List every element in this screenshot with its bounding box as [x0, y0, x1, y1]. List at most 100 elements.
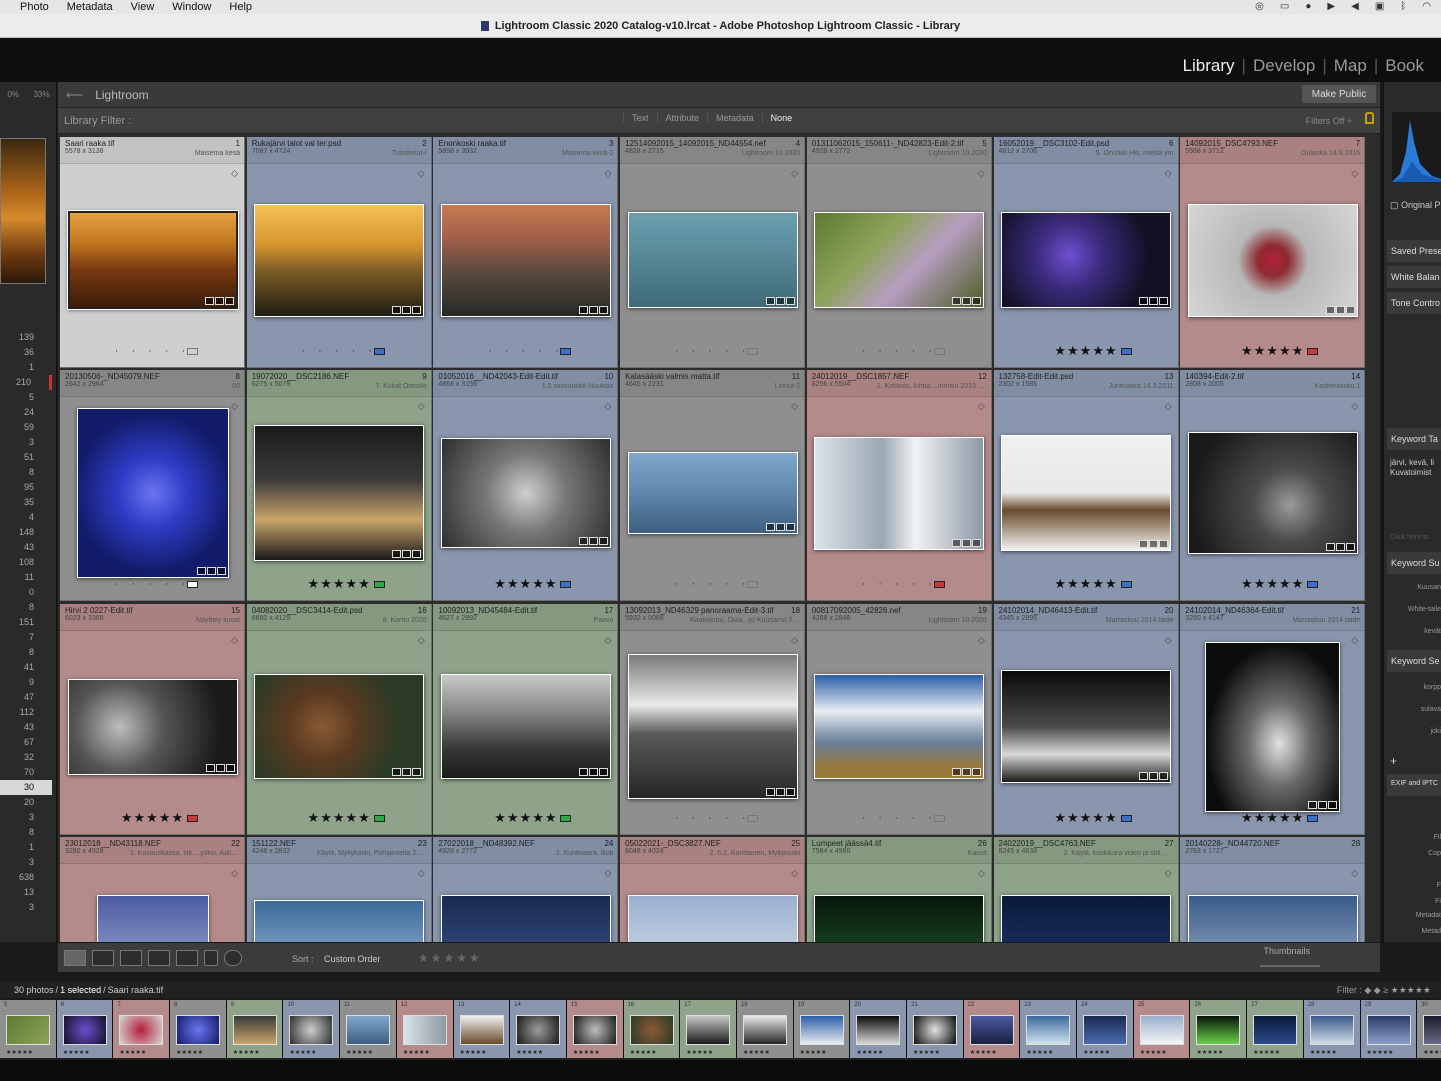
keyword-badge-icon[interactable]	[952, 538, 962, 547]
quick-collection-icon[interactable]: ◇	[418, 168, 425, 179]
filmstrip-thumbnail[interactable]: 30 ★★★★★	[1417, 1000, 1441, 1058]
filmstrip-thumbnail[interactable]: 29 ★★★★★	[1360, 1000, 1418, 1058]
edit-badge-icon[interactable]	[1159, 540, 1168, 549]
quick-collection-icon[interactable]: ◇	[1351, 401, 1358, 412]
edit-badge-icon[interactable]	[972, 768, 982, 777]
star-rating[interactable]: ★★★★★	[1180, 810, 1364, 825]
grid-cell[interactable]: 04082020__DSC3414-Edit.psd 16 6660 x 4129 8…	[246, 603, 432, 835]
keyword-badge-icon[interactable]	[578, 305, 588, 314]
filmstrip-thumbnail[interactable]: 12 ★★★★★	[396, 1000, 454, 1058]
star-rating[interactable]: · · · · ·	[620, 811, 804, 825]
folder-count[interactable]: 8	[0, 600, 52, 615]
quick-collection-icon[interactable]: ◇	[231, 635, 238, 646]
crop-badge-icon[interactable]	[206, 567, 216, 576]
folder-count[interactable]: 9	[0, 675, 52, 690]
play-icon[interactable]: ▶	[1327, 1, 1335, 12]
star-rating[interactable]: ★★★★★	[247, 577, 431, 591]
filmstrip-image[interactable]	[913, 1015, 957, 1045]
grid-cell[interactable]: 00817092005_42826.nef 19 4288 x 2848 Lightr…	[806, 603, 992, 835]
sort-value[interactable]: Custom Order	[324, 954, 381, 964]
edit-badge-icon[interactable]	[785, 523, 795, 532]
filmstrip-thumbnail[interactable]: 6 ★★★★★	[56, 1000, 114, 1058]
keyword-badge-icon[interactable]	[765, 788, 775, 797]
white-balance-section[interactable]: White Balan	[1387, 266, 1441, 288]
photo-thumbnail[interactable]	[67, 678, 238, 775]
grid-cell[interactable]: 23012018__ND43118.NEF 22 3280 x 4928 1. Kuv…	[60, 836, 245, 942]
filter-tab-text[interactable]: Text	[623, 113, 657, 123]
grid-cell[interactable]: 14092015_DSC4793.NEF 7 5568 x 3712 Oulanka …	[1180, 137, 1366, 368]
quick-collection-icon[interactable]: ◇	[978, 635, 985, 646]
star-rating[interactable]: · · · · ·	[433, 344, 617, 358]
keyword-badge-icon[interactable]	[952, 768, 962, 777]
edit-badge-icon[interactable]	[1345, 543, 1355, 552]
add-keyword-icon[interactable]: +	[1390, 754, 1397, 768]
grid-cell[interactable]: 19072020__DSC2186.NEF 9 6275 x 5079 7. Kuka…	[246, 370, 432, 602]
quick-collection-icon[interactable]: ◇	[1351, 168, 1358, 179]
folder-count[interactable]: 11	[0, 570, 52, 585]
filmstrip-image[interactable]	[1423, 1015, 1441, 1045]
folder-count[interactable]: 41	[0, 660, 52, 675]
edit-badge-icon[interactable]	[598, 537, 608, 546]
filmstrip-image[interactable]	[799, 1015, 844, 1045]
star-rating[interactable]: · · · · ·	[60, 344, 244, 358]
folder-count[interactable]: 108	[0, 555, 52, 570]
color-label[interactable]	[1307, 348, 1319, 355]
quick-collection-icon[interactable]: ◇	[791, 168, 798, 179]
keyword-badge-icon[interactable]	[765, 523, 775, 532]
photo-thumbnail[interactable]	[814, 212, 985, 308]
menu-photo[interactable]: Photo	[0, 1, 58, 13]
keyword-badge-icon[interactable]	[1139, 540, 1148, 549]
photo-thumbnail[interactable]	[627, 452, 798, 535]
folder-count[interactable]: 3	[0, 810, 52, 825]
grid-cell[interactable]: 24102014_ND46364-Edit.tif 21 3280 x 4147 Ma…	[1180, 603, 1366, 835]
quick-collection-icon[interactable]: ◇	[791, 635, 798, 646]
photo-thumbnail[interactable]	[440, 674, 611, 780]
grid-cell[interactable]: Hirvi 2 0227-Edit.tif 15 6023 x 3388 Näytte…	[60, 603, 245, 835]
filmstrip-image[interactable]	[1083, 1015, 1128, 1045]
color-label[interactable]	[933, 348, 945, 355]
quick-collection-icon[interactable]: ◇	[791, 868, 798, 879]
photo-thumbnail[interactable]	[440, 894, 611, 942]
star-rating[interactable]: · · · · ·	[807, 344, 991, 358]
folder-count[interactable]: 148	[0, 525, 52, 540]
people-view-button[interactable]	[176, 949, 198, 966]
filmstrip-thumbnail[interactable]: 25 ★★★★★	[1133, 1000, 1191, 1058]
module-develop[interactable]: Develop	[1246, 56, 1322, 76]
grid-cell[interactable]: 24022019__DSC4763.NEF 27 8245 x 4638 2. Käy…	[993, 836, 1179, 942]
folder-count[interactable]: 210	[0, 375, 52, 390]
edit-badge-icon[interactable]	[224, 297, 234, 305]
photo-thumbnail[interactable]	[814, 894, 985, 942]
filmstrip-thumbnail[interactable]: 13 ★★★★★	[453, 1000, 511, 1058]
photo-thumbnail[interactable]	[627, 212, 798, 308]
photo-thumbnail[interactable]	[66, 210, 239, 310]
color-label[interactable]	[187, 348, 198, 355]
star-rating[interactable]: · · · · ·	[807, 577, 991, 591]
folder-count[interactable]: 638	[0, 870, 52, 885]
star-rating[interactable]: · · · · ·	[247, 344, 431, 358]
crop-badge-icon[interactable]	[962, 297, 972, 305]
keyword-suggestions-header[interactable]: Keyword Su	[1387, 552, 1441, 574]
filmstrip-thumbnail[interactable]: 10 ★★★★★	[283, 1000, 341, 1058]
color-label[interactable]	[373, 348, 385, 355]
crop-badge-icon[interactable]	[588, 305, 598, 314]
app-icon[interactable]: ●	[1305, 1, 1311, 12]
photo-thumbnail[interactable]	[1001, 894, 1171, 942]
module-map[interactable]: Map	[1327, 56, 1374, 76]
folder-count[interactable]: 20	[0, 795, 52, 810]
color-label[interactable]	[560, 581, 572, 589]
photo-thumbnail[interactable]	[1187, 432, 1358, 555]
crop-badge-icon[interactable]	[402, 550, 412, 559]
grid-cell[interactable]: 01311062015_150611-_ND42823-Edit-2.tif 5 4…	[806, 137, 992, 368]
photo-thumbnail[interactable]	[440, 438, 611, 549]
folder-count[interactable]: 67	[0, 735, 52, 750]
color-label[interactable]	[1307, 581, 1319, 589]
star-rating[interactable]: · · · · ·	[60, 577, 244, 591]
keyword-badge-icon[interactable]	[765, 297, 775, 305]
folder-count[interactable]: 36	[0, 345, 52, 360]
toolbar-rating-stars[interactable]: ★★★★★	[418, 951, 482, 965]
folder-count[interactable]: 1	[0, 840, 52, 855]
edit-badge-icon[interactable]	[598, 768, 608, 777]
color-label[interactable]	[373, 814, 385, 822]
filmstrip-image[interactable]	[516, 1015, 561, 1045]
star-rating[interactable]: ★★★★★	[433, 810, 617, 825]
